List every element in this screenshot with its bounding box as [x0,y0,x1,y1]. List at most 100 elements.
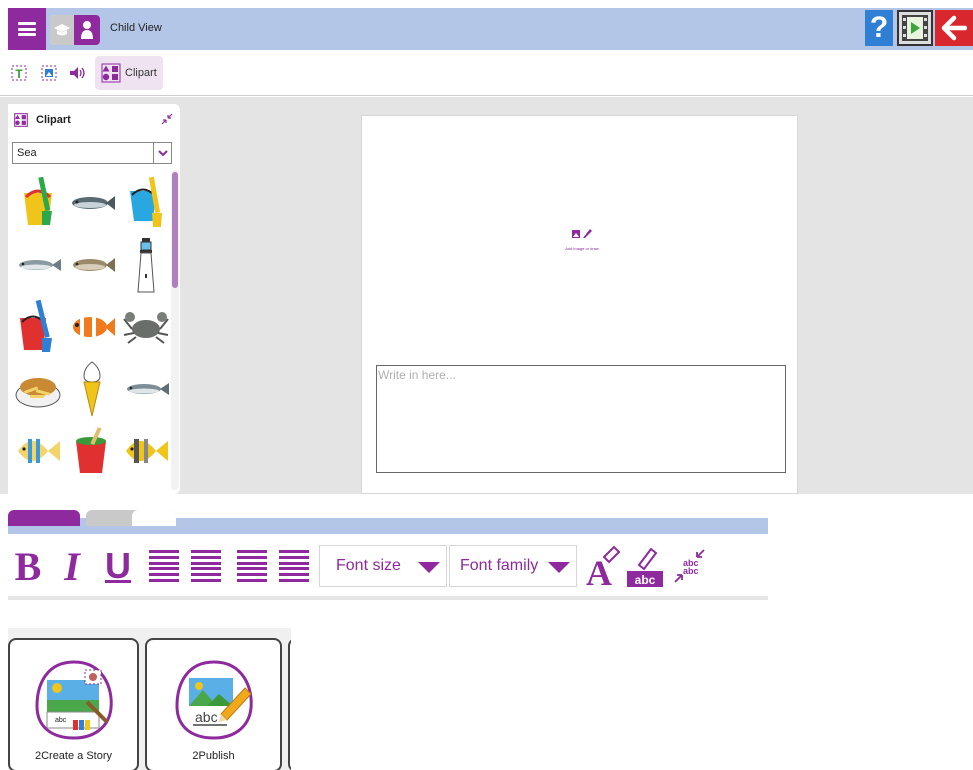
clipart-item[interactable] [120,420,172,482]
fish-icon [19,259,61,271]
align-right-icon [237,550,267,582]
clipart-category-select[interactable]: Sea [12,142,172,164]
clipart-item[interactable] [66,296,118,358]
bucket-spade-icon [20,299,52,352]
image-draw-icon [572,229,592,238]
underline-button[interactable]: U [98,544,138,588]
clipart-item[interactable] [120,358,172,420]
text-size-toggle-button[interactable]: abc abc [669,544,709,588]
svg-text:abc: abc [683,566,699,576]
font-family-label: Font family [460,557,539,574]
clipart-panel-title: Clipart [36,114,71,126]
bucket-spade-icon [130,176,162,227]
bucket-spade-icon [24,176,52,225]
child-view-button[interactable] [74,15,100,45]
clipart-icon [14,113,28,127]
tropical-fish-icon [126,439,168,463]
align-left-button[interactable] [146,544,182,588]
app-card-2create-a-story[interactable]: abc 2Create a Story [8,638,139,770]
clownfish-icon [73,317,115,337]
tab-blank[interactable] [132,510,176,526]
text-box-icon: T [11,65,27,81]
clipart-item[interactable] [120,172,172,234]
clipart-item[interactable] [120,296,172,358]
align-center-icon [191,550,221,582]
add-text-button[interactable]: T [8,62,30,84]
insert-toolbar: T Clipart [0,50,973,96]
clipart-item[interactable] [12,358,64,420]
clipart-item[interactable] [12,420,64,482]
clipart-panel: Clipart Sea [8,104,180,494]
publish-icon: abc [173,658,255,740]
chevron-down-icon [153,143,171,163]
app-card-partial[interactable] [288,638,291,770]
clipart-panel-header: Clipart [8,104,180,136]
clipart-item[interactable] [120,234,172,296]
clipart-scrollbar[interactable] [171,170,179,490]
collapse-panel-icon[interactable] [160,112,174,126]
add-sound-button[interactable] [66,62,88,84]
menu-button[interactable] [8,8,46,50]
teacher-view-button[interactable] [50,15,74,45]
clipart-item[interactable] [66,358,118,420]
svg-text:abc: abc [55,717,67,724]
clipart-item[interactable] [12,172,64,234]
clipart-tab-label: Clipart [125,67,157,79]
clipart-item[interactable] [66,172,118,234]
app-window: Child View ? T Clipart Clipart Sea Add i… [0,0,973,770]
font-size-label: Font size [336,557,401,574]
app-card-2publish[interactable]: abc 2Publish [145,638,282,770]
sandcastle-bucket-icon [76,427,106,473]
clipart-tab[interactable]: Clipart [95,56,163,90]
film-play-icon [902,15,928,41]
play-video-button[interactable] [897,10,933,46]
scrollbar-thumb[interactable] [172,172,178,288]
fish-and-chips-icon [15,378,61,408]
view-label: Child View [110,22,162,34]
align-center-button[interactable] [188,544,224,588]
font-size-select[interactable]: Font size [319,545,447,587]
fish-icon [73,258,115,272]
bold-button[interactable]: B [8,544,48,589]
chevron-down-icon [548,562,570,573]
story-page: Add image or draw Write in here... [361,115,798,494]
fish-icon [127,383,169,395]
help-button[interactable]: ? [865,10,893,46]
app-name: 2Publish [192,750,235,762]
clipart-category-value: Sea [17,147,37,159]
speaker-icon [70,67,85,79]
italic-button[interactable]: I [52,544,92,589]
clipart-item[interactable] [12,234,64,296]
lighthouse-icon [137,238,155,293]
tab-active[interactable] [8,510,80,526]
clipart-item[interactable] [66,420,118,482]
back-button[interactable] [935,10,973,46]
story-text-input[interactable]: Write in here... [376,365,786,473]
clipart-item[interactable] [66,234,118,296]
page-tabs [8,502,768,526]
clipart-icon [101,63,121,83]
top-bar: Child View ? [8,8,973,50]
align-right-button[interactable] [234,544,270,588]
highlight-button[interactable]: abc [623,544,667,588]
align-justify-button[interactable] [276,544,312,588]
chevron-down-icon [418,562,440,573]
tropical-fish-icon [18,439,60,463]
graduation-cap-icon [54,24,70,36]
clipart-grid [12,172,172,492]
align-left-icon [149,550,179,582]
image-box-icon [41,65,57,81]
add-image-button[interactable] [38,62,60,84]
text-color-button[interactable]: A [581,544,621,588]
font-color-icon: A [586,545,620,587]
clipart-item[interactable] [12,296,64,358]
hamburger-icon [18,22,36,36]
image-placeholder[interactable]: Add image or draw [554,226,610,251]
svg-text:abc: abc [195,709,218,725]
app-launcher: abc 2Create a Story abc 2Publish [8,628,291,770]
view-mode-switch [50,15,100,45]
font-family-select[interactable]: Font family [449,545,577,587]
fish-icon [72,196,115,210]
svg-text:abc: abc [635,573,656,587]
app-name: 2Create a Story [34,750,113,762]
